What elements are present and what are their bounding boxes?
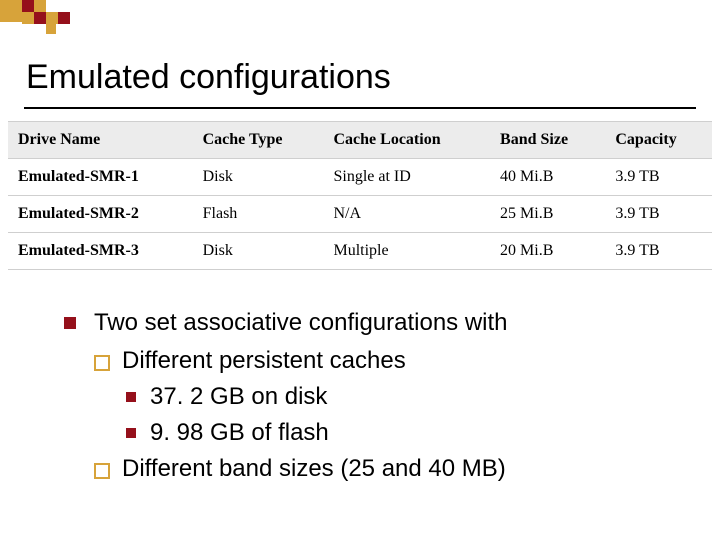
deco-square: [34, 0, 46, 12]
bullet-level2: Different persistent caches: [64, 344, 680, 378]
table-row: Emulated-SMR-2FlashN/A25 Mi.B3.9 TB: [8, 196, 712, 233]
table-cell: 3.9 TB: [605, 196, 712, 233]
table-cell: Single at ID: [323, 159, 490, 196]
table-cell: N/A: [323, 196, 490, 233]
config-table-wrap: Drive NameCache TypeCache LocationBand S…: [0, 121, 720, 270]
table-header-cell: Band Size: [490, 122, 605, 159]
table-cell: Disk: [193, 159, 324, 196]
deco-square: [46, 24, 56, 34]
bullet-level2: Different band sizes (25 and 40 MB): [64, 452, 680, 486]
table-cell: Disk: [193, 233, 324, 270]
table-body: Emulated-SMR-1DiskSingle at ID40 Mi.B3.9…: [8, 159, 712, 270]
config-table: Drive NameCache TypeCache LocationBand S…: [8, 121, 712, 270]
table-row: Emulated-SMR-1DiskSingle at ID40 Mi.B3.9…: [8, 159, 712, 196]
table-cell: 3.9 TB: [605, 233, 712, 270]
table-cell: Multiple: [323, 233, 490, 270]
deco-square: [34, 12, 46, 24]
table-cell: 40 Mi.B: [490, 159, 605, 196]
bullet-level3: 9. 98 GB of flash: [64, 416, 680, 450]
table-header-cell: Cache Location: [323, 122, 490, 159]
table-header-row: Drive NameCache TypeCache LocationBand S…: [8, 122, 712, 159]
deco-square: [58, 12, 70, 24]
table-cell: 25 Mi.B: [490, 196, 605, 233]
bullet-level1: Two set associative configurations with: [64, 306, 680, 340]
table-header-cell: Cache Type: [193, 122, 324, 159]
table-cell: Flash: [193, 196, 324, 233]
bullet-list: Two set associative configurations with …: [0, 270, 720, 486]
corner-decoration: [0, 0, 720, 40]
title-underline: [24, 107, 696, 109]
table-header-cell: Drive Name: [8, 122, 193, 159]
deco-square: [46, 12, 58, 24]
deco-square: [22, 12, 34, 24]
table-row: Emulated-SMR-3DiskMultiple20 Mi.B3.9 TB: [8, 233, 712, 270]
table-cell: Emulated-SMR-1: [8, 159, 193, 196]
table-cell: 3.9 TB: [605, 159, 712, 196]
table-cell: Emulated-SMR-3: [8, 233, 193, 270]
table-header-cell: Capacity: [605, 122, 712, 159]
deco-square: [0, 0, 22, 22]
bullet-level3: 37. 2 GB on disk: [64, 380, 680, 414]
table-cell: 20 Mi.B: [490, 233, 605, 270]
table-cell: Emulated-SMR-2: [8, 196, 193, 233]
deco-square: [22, 0, 34, 12]
